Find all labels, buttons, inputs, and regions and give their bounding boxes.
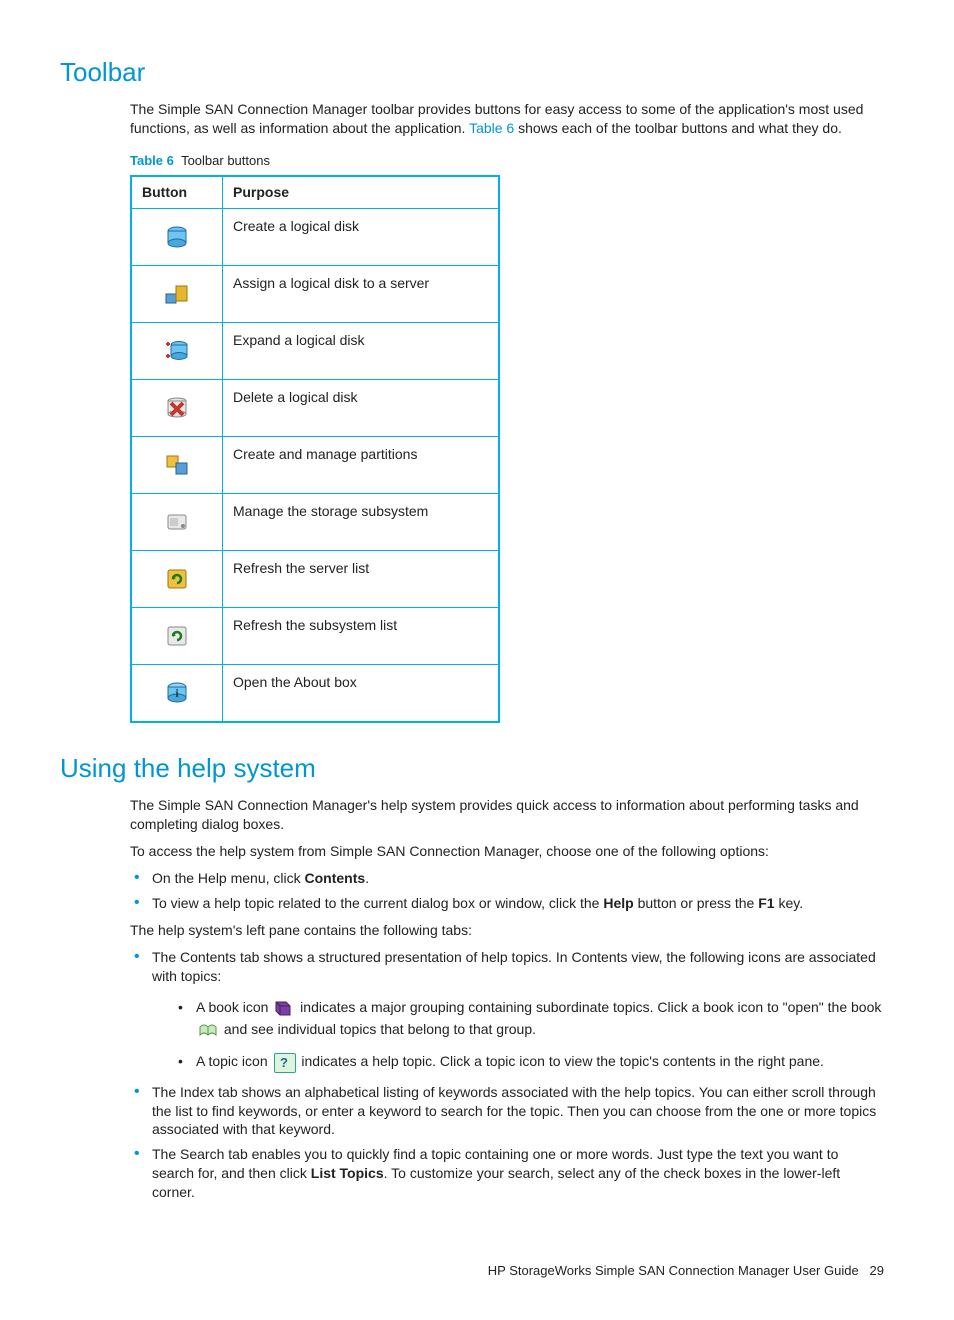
- create-logical-disk-icon: [164, 225, 190, 249]
- table-title: Toolbar buttons: [181, 153, 270, 168]
- purpose-cell: Create a logical disk: [223, 209, 500, 266]
- contents-tab-desc: The Contents tab shows a structured pres…: [152, 949, 876, 984]
- list-item: To view a help topic related to the curr…: [130, 894, 884, 913]
- toolbar-buttons-table: Button Purpose Create a logical disk Ass…: [130, 175, 500, 723]
- table-row: Delete a logical disk: [131, 380, 499, 437]
- text: button or press the: [634, 895, 759, 911]
- book-open-icon: [198, 1021, 218, 1039]
- text: .: [365, 870, 369, 886]
- purpose-cell: Refresh the subsystem list: [223, 608, 500, 665]
- delete-logical-disk-icon: [164, 396, 190, 420]
- purpose-cell: Open the About box: [223, 665, 500, 723]
- contents-icons-sublist: A book icon indicates a major grouping c…: [176, 996, 884, 1073]
- text: indicates a major grouping containing su…: [296, 999, 881, 1015]
- help-p3: The help system's left pane contains the…: [130, 921, 884, 940]
- help-p1: The Simple SAN Connection Manager's help…: [130, 796, 884, 834]
- purpose-cell: Manage the storage subsystem: [223, 494, 500, 551]
- table-row: Assign a logical disk to a server: [131, 266, 499, 323]
- table-caption: Table 6 Toolbar buttons: [130, 152, 884, 170]
- section-heading-toolbar: Toolbar: [60, 55, 894, 90]
- intro-text-b: shows each of the toolbar buttons and wh…: [514, 120, 842, 136]
- help-p2: To access the help system from Simple SA…: [130, 842, 884, 861]
- manage-storage-subsystem-icon: [164, 510, 190, 534]
- text: key.: [775, 895, 804, 911]
- toolbar-intro: The Simple SAN Connection Manager toolba…: [130, 100, 884, 138]
- text: To view a help topic related to the curr…: [152, 895, 603, 911]
- section-heading-help-system: Using the help system: [60, 751, 894, 786]
- book-closed-icon: [274, 999, 294, 1017]
- list-item: The Search tab enables you to quickly fi…: [130, 1145, 884, 1202]
- th-purpose: Purpose: [223, 176, 500, 208]
- table-row: Manage the storage subsystem: [131, 494, 499, 551]
- purpose-cell: Create and manage partitions: [223, 437, 500, 494]
- table-row: Refresh the server list: [131, 551, 499, 608]
- text: On the Help menu, click: [152, 870, 305, 886]
- table-row: Create and manage partitions: [131, 437, 499, 494]
- text: A topic icon: [196, 1053, 272, 1069]
- list-item: A topic icon ? indicates a help topic. C…: [176, 1050, 884, 1072]
- table-6-link[interactable]: Table 6: [469, 120, 514, 136]
- refresh-subsystem-list-icon: [164, 624, 190, 648]
- page-number: 29: [870, 1263, 884, 1278]
- table-row: Expand a logical disk: [131, 323, 499, 380]
- text: and see individual topics that belong to…: [220, 1021, 536, 1037]
- about-box-icon: i: [164, 681, 190, 705]
- purpose-cell: Expand a logical disk: [223, 323, 500, 380]
- index-tab-desc: The Index tab shows an alphabetical list…: [152, 1084, 876, 1138]
- access-options-list: On the Help menu, click Contents. To vie…: [130, 869, 884, 913]
- th-button: Button: [131, 176, 223, 208]
- list-item: A book icon indicates a major grouping c…: [176, 996, 884, 1041]
- create-manage-partitions-icon: [164, 453, 190, 477]
- footer-text: HP StorageWorks Simple SAN Connection Ma…: [488, 1263, 859, 1278]
- table-label: Table 6: [130, 153, 174, 168]
- table-row: Refresh the subsystem list: [131, 608, 499, 665]
- tabs-list: The Contents tab shows a structured pres…: [130, 948, 884, 1202]
- list-item: On the Help menu, click Contents.: [130, 869, 884, 888]
- table-row: Create a logical disk: [131, 209, 499, 266]
- list-item: The Index tab shows an alphabetical list…: [130, 1083, 884, 1140]
- bold-list-topics: List Topics: [311, 1165, 384, 1181]
- purpose-cell: Refresh the server list: [223, 551, 500, 608]
- expand-logical-disk-icon: [164, 339, 190, 363]
- bold-help: Help: [603, 895, 633, 911]
- text: A book icon: [196, 999, 272, 1015]
- table-row: i Open the About box: [131, 665, 499, 723]
- text: indicates a help topic. Click a topic ic…: [298, 1053, 824, 1069]
- purpose-cell: Delete a logical disk: [223, 380, 500, 437]
- purpose-cell: Assign a logical disk to a server: [223, 266, 500, 323]
- svg-text:?: ?: [280, 1055, 288, 1070]
- page-footer: HP StorageWorks Simple SAN Connection Ma…: [60, 1262, 894, 1280]
- assign-logical-disk-icon: [164, 282, 190, 306]
- refresh-server-list-icon: [164, 567, 190, 591]
- table-header-row: Button Purpose: [131, 176, 499, 208]
- bold-f1: F1: [758, 895, 774, 911]
- bold-contents: Contents: [305, 870, 366, 886]
- list-item: The Contents tab shows a structured pres…: [130, 948, 884, 1073]
- topic-icon: ?: [274, 1053, 296, 1073]
